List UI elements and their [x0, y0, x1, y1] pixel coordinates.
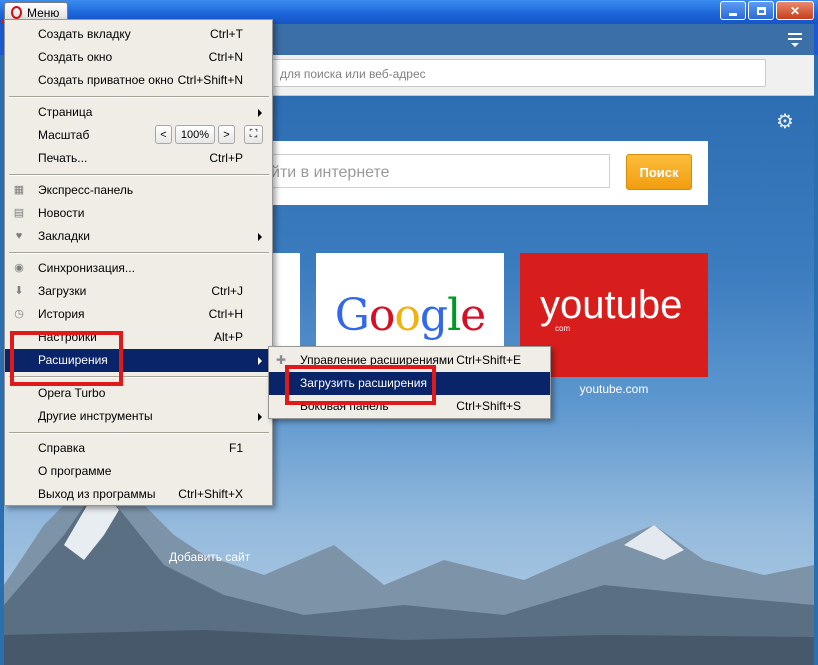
menu-item-new-tab[interactable]: Создать вкладку Ctrl+T — [5, 23, 272, 46]
menu-item-label: Создать приватное окно — [38, 73, 174, 87]
menu-item-shortcut: Ctrl+T — [210, 27, 243, 41]
youtube-logo-sub: com — [555, 324, 571, 333]
search-input[interactable]: йти в интернете — [252, 154, 610, 188]
menu-item-print[interactable]: Печать... Ctrl+P — [5, 147, 272, 170]
menu-item-label: Масштаб — [38, 128, 90, 142]
address-placeholder: для поиска или веб-адрес — [280, 67, 426, 81]
zoom-out-button[interactable]: < — [155, 125, 172, 144]
menu-separator — [9, 96, 269, 98]
zoom-in-button[interactable]: > — [218, 125, 235, 144]
menu-item-label: Загрузки — [38, 284, 87, 298]
minimize-button[interactable] — [720, 1, 746, 20]
opera-main-menu: Создать вкладку Ctrl+T Создать окно Ctrl… — [4, 19, 273, 506]
menu-item-help[interactable]: Справка F1 — [5, 437, 272, 460]
submenu-arrow-icon — [258, 413, 262, 421]
menu-item-shortcut: Ctrl+Shift+X — [178, 487, 243, 501]
user-icon: ◉ — [14, 262, 24, 274]
menu-item-page[interactable]: Страница — [5, 101, 272, 124]
menu-item-shortcut: Ctrl+J — [211, 284, 243, 298]
submenu-arrow-icon — [258, 233, 262, 241]
annotation-box-extensions — [10, 331, 123, 386]
settings-gear-icon[interactable]: ⚙ — [776, 109, 794, 134]
opera-logo-icon — [11, 6, 22, 19]
zoom-controls: < 100% > ⛶ — [155, 125, 263, 144]
menu-item-label: О программе — [38, 464, 112, 478]
menu-separator — [9, 252, 269, 254]
menu-item-new-window[interactable]: Создать окно Ctrl+N — [5, 46, 272, 69]
search-placeholder: йти в интернете — [271, 164, 390, 181]
menu-item-news[interactable]: ▤ Новости — [5, 202, 272, 225]
search-button[interactable]: Поиск — [626, 154, 692, 190]
submenu-arrow-icon — [258, 109, 262, 117]
menu-item-label: Закладки — [38, 229, 90, 243]
maximize-button[interactable] — [748, 1, 774, 20]
zoom-value: 100% — [175, 125, 215, 144]
heart-icon: ♥ — [15, 230, 23, 242]
menu-item-speed-dial[interactable]: ▦ Экспресс-панель — [5, 179, 272, 202]
annotation-box-download-extensions — [285, 365, 436, 405]
speed-dial-icon: ▦ — [13, 184, 25, 196]
menu-separator — [9, 432, 269, 434]
google-logo: Google — [334, 289, 486, 341]
menu-item-shortcut: Ctrl+N — [208, 50, 243, 64]
menu-item-label: Выход из программы — [38, 487, 156, 501]
maximize-icon — [756, 6, 766, 15]
download-icon: ⬇ — [14, 285, 24, 297]
close-icon: ✕ — [789, 3, 801, 18]
menu-item-sync[interactable]: ◉ Синхронизация... — [5, 257, 272, 280]
menu-item-shortcut: F1 — [228, 441, 243, 455]
news-icon: ▤ — [13, 207, 25, 219]
menu-item-label: Печать... — [38, 151, 88, 165]
menu-item-label: Страница — [38, 105, 93, 119]
submenu-item-shortcut: Ctrl+Shift+E — [456, 353, 521, 367]
fullscreen-button[interactable]: ⛶ — [244, 125, 263, 144]
menu-item-label: Синхронизация... — [38, 261, 135, 275]
menu-item-label: Другие инструменты — [38, 409, 153, 423]
submenu-arrow-icon — [258, 357, 262, 365]
menu-button-label: Меню — [27, 5, 60, 20]
menu-item-exit[interactable]: Выход из программы Ctrl+Shift+X — [5, 483, 272, 506]
close-button[interactable]: ✕ — [776, 1, 814, 20]
clock-icon: ◷ — [14, 308, 24, 320]
menu-item-label: Новости — [38, 206, 85, 220]
menu-item-label: История — [38, 307, 85, 321]
window-controls: ✕ — [720, 1, 814, 20]
menu-item-history[interactable]: ◷ История Ctrl+H — [5, 303, 272, 326]
menu-item-shortcut: Alt+P — [213, 330, 243, 344]
tab-menu-icon[interactable] — [788, 33, 802, 47]
menu-item-private-window[interactable]: Создать приватное окно Ctrl+Shift+N — [5, 69, 272, 92]
menu-item-about[interactable]: О программе — [5, 460, 272, 483]
menu-item-label: Экспресс-панель — [38, 183, 134, 197]
youtube-logo: youtube — [540, 283, 683, 327]
add-site-link[interactable]: Добавить сайт — [169, 550, 250, 564]
minimize-icon — [729, 13, 737, 16]
menu-item-other-tools[interactable]: Другие инструменты — [5, 405, 272, 428]
menu-item-label: Opera Turbo — [38, 386, 106, 400]
menu-separator — [9, 174, 269, 176]
menu-item-shortcut: Ctrl+H — [208, 307, 243, 321]
submenu-item-shortcut: Ctrl+Shift+S — [456, 399, 521, 413]
menu-item-shortcut: Ctrl+Shift+N — [177, 73, 243, 87]
menu-item-shortcut: Ctrl+P — [209, 151, 243, 165]
menu-item-label: Создать окно — [38, 50, 113, 64]
menu-item-downloads[interactable]: ⬇ Загрузки Ctrl+J — [5, 280, 272, 303]
menu-item-zoom: Масштаб < 100% > ⛶ — [5, 124, 272, 147]
menu-item-label: Создать вкладку — [38, 27, 131, 41]
menu-item-bookmarks[interactable]: ♥ Закладки — [5, 225, 272, 248]
search-box: йти в интернете Поиск — [244, 141, 708, 205]
menu-item-label: Справка — [38, 441, 86, 455]
